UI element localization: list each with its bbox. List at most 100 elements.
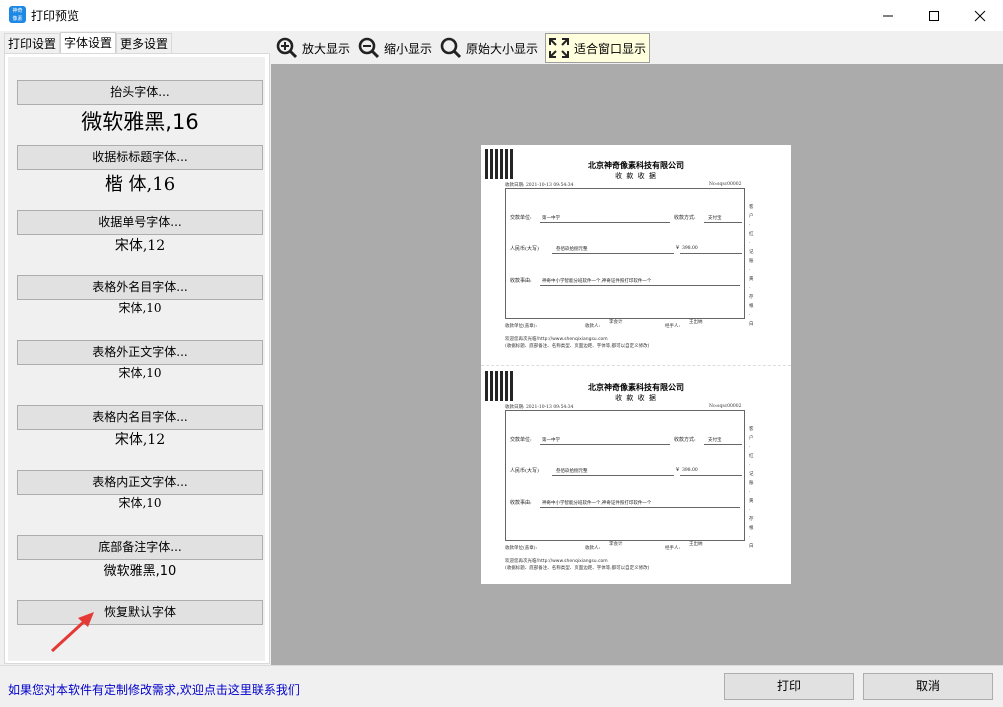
reason-line bbox=[540, 285, 740, 286]
fit-window-button[interactable]: 适合窗口显示 bbox=[545, 33, 651, 63]
tab-print-settings[interactable]: 打印设置 bbox=[4, 33, 61, 54]
payee-label: 收款人: bbox=[585, 324, 601, 329]
reason-label: 收款事由: bbox=[510, 500, 532, 506]
outer-label-font-button[interactable]: 表格外名目字体... bbox=[17, 275, 263, 300]
amount-line bbox=[552, 253, 674, 254]
title-bar: 神奇 像素 打印预览 bbox=[0, 0, 1003, 31]
app-logo-icon: 神奇 像素 bbox=[9, 6, 26, 23]
original-size-button[interactable]: 原始大小显示 bbox=[440, 33, 541, 63]
payer-value: 第一中学 bbox=[542, 216, 560, 221]
preview-page: 北京神奇像素科技有限公司 收 款 收 据 收款日期: 2021-10-13 09… bbox=[481, 145, 791, 584]
inner-label-font-button[interactable]: 表格内名目字体... bbox=[17, 405, 263, 430]
maximize-icon bbox=[929, 10, 939, 21]
magnifier-icon bbox=[440, 37, 462, 59]
font-settings-panel: 抬头字体... 微软雅黑,16 收据标标题字体... 楷 体,16 收据单号字体… bbox=[4, 53, 270, 664]
minimize-button[interactable] bbox=[865, 0, 911, 31]
footer-note-font-value: 微软雅黑,10 bbox=[103, 564, 177, 579]
inner-text-font-value: 宋体,10 bbox=[118, 496, 162, 510]
payer-value: 第一中学 bbox=[542, 438, 560, 443]
zoom-in-button[interactable]: 放大显示 bbox=[276, 33, 353, 63]
receipt-copy: 北京神奇像素科技有限公司 收 款 收 据 收款日期: 2021-10-13 09… bbox=[481, 367, 791, 582]
reason-value: 神奇中小学智能分班软件一个,神奇证件照打印软件一个 bbox=[542, 501, 652, 506]
close-icon bbox=[974, 10, 986, 21]
receipt-number-font-value: 宋体,12 bbox=[114, 238, 166, 254]
minimize-icon bbox=[883, 15, 893, 16]
amount-line bbox=[552, 475, 674, 476]
header-font-button[interactable]: 抬头字体... bbox=[17, 80, 263, 105]
amount-symbol: ¥ bbox=[676, 467, 680, 473]
receipt-note-2: (收据标题、底部备注、名称类型、页面边距、字体等,都可以自定义修改) bbox=[505, 344, 650, 349]
footer-note-font-button[interactable]: 底部备注字体... bbox=[17, 535, 263, 560]
reason-value: 神奇中小学智能分班软件一个,神奇证件照打印软件一个 bbox=[542, 279, 652, 284]
footer-bar: 如果您对本软件有定制修改需求,欢迎点击这里联系我们 打印 取消 bbox=[0, 665, 1003, 707]
inner-text-font-button[interactable]: 表格内正文字体... bbox=[17, 470, 263, 495]
maximize-button[interactable] bbox=[911, 0, 957, 31]
receipt-side-text: 客户 · 红 · 记账 · 黄 · 存根 · 白 bbox=[749, 427, 754, 549]
amount-label: 人民币(大写) bbox=[510, 468, 539, 474]
method-label: 收款方式: bbox=[674, 215, 696, 221]
unit-sign-label: 收款单位(盖章): bbox=[505, 546, 538, 551]
settings-tabs: 打印设置 字体设置 更多设置 bbox=[4, 32, 173, 54]
receipt-number-font-button[interactable]: 收据单号字体... bbox=[17, 210, 263, 235]
amount-label: 人民币(大写) bbox=[510, 246, 539, 252]
original-size-label: 原始大小显示 bbox=[466, 41, 539, 56]
fit-window-label: 适合窗口显示 bbox=[574, 41, 647, 56]
tab-more-settings[interactable]: 更多设置 bbox=[116, 33, 173, 54]
method-value: 支付宝 bbox=[708, 438, 722, 443]
method-value: 支付宝 bbox=[708, 216, 722, 221]
print-preview-window: 神奇 像素 打印预览 打印设置 字体设置 更多设置 抬头字体... 微软雅黑,16… bbox=[0, 0, 1003, 707]
receipt-number: No:sqsc00002 bbox=[709, 182, 742, 187]
window-title: 打印预览 bbox=[31, 9, 80, 23]
tab-font-settings[interactable]: 字体设置 bbox=[60, 32, 117, 54]
fit-window-icon bbox=[549, 38, 570, 58]
zoom-out-button[interactable]: 缩小显示 bbox=[358, 33, 435, 63]
receipt-note-1: 欢迎您再次光临!http://www.shenqixiangsu.com bbox=[505, 559, 608, 564]
method-line bbox=[704, 222, 742, 223]
print-button[interactable]: 打印 bbox=[724, 673, 854, 700]
handler-label: 经手人: bbox=[665, 546, 681, 551]
reason-label: 收款事由: bbox=[510, 278, 532, 284]
payer-label: 交款单位: bbox=[510, 215, 532, 221]
receipt-table: 交款单位: 第一中学 收款方式: 支付宝 人民币(大写) 叁佰玖拾捌元整 ¥ 3… bbox=[505, 410, 745, 541]
outer-text-font-button[interactable]: 表格外正文字体... bbox=[17, 340, 263, 365]
zoom-out-label: 缩小显示 bbox=[384, 41, 433, 56]
header-font-value: 微软雅黑,16 bbox=[81, 110, 199, 134]
outer-text-font-value: 宋体,10 bbox=[118, 366, 162, 380]
receipt-title: 收 款 收 据 bbox=[615, 394, 657, 402]
inner-label-font-value: 宋体,12 bbox=[114, 432, 166, 448]
amount-number-line bbox=[680, 253, 742, 254]
receipt-title-font-value: 楷 体,16 bbox=[104, 174, 176, 195]
amount-number: 398.00 bbox=[682, 468, 698, 473]
accountant-name: 李会计 bbox=[609, 542, 623, 547]
close-button[interactable] bbox=[957, 0, 1003, 31]
receipt-table: 交款单位: 第一中学 收款方式: 支付宝 人民币(大写) 叁佰玖拾捌元整 ¥ 3… bbox=[505, 188, 745, 319]
amount-number: 398.00 bbox=[682, 246, 698, 251]
zoom-in-icon bbox=[276, 37, 298, 59]
unit-sign-label: 收款单位(盖章): bbox=[505, 324, 538, 329]
method-line bbox=[704, 444, 742, 445]
cancel-button[interactable]: 取消 bbox=[863, 673, 993, 700]
payer-label: 交款单位: bbox=[510, 437, 532, 443]
amount-value: 叁佰玖拾捌元整 bbox=[556, 469, 588, 474]
amount-symbol: ¥ bbox=[676, 245, 680, 251]
amount-number-line bbox=[680, 475, 742, 476]
amount-value: 叁佰玖拾捌元整 bbox=[556, 247, 588, 252]
receipt-number: No:sqsc00002 bbox=[709, 404, 742, 409]
receipt-copy: 北京神奇像素科技有限公司 收 款 收 据 收款日期: 2021-10-13 09… bbox=[481, 145, 791, 360]
method-label: 收款方式: bbox=[674, 437, 696, 443]
outer-label-font-value: 宋体,10 bbox=[118, 301, 162, 315]
receipt-title-font-button[interactable]: 收据标标题字体... bbox=[17, 145, 263, 170]
payer-line bbox=[540, 444, 670, 445]
pointer-arrow-icon bbox=[50, 612, 94, 653]
cut-line bbox=[481, 365, 791, 366]
payee-label: 收款人: bbox=[585, 546, 601, 551]
preview-area[interactable]: 北京神奇像素科技有限公司 收 款 收 据 收款日期: 2021-10-13 09… bbox=[271, 64, 1003, 665]
cashier-name: 王出纳 bbox=[689, 542, 703, 547]
reason-line bbox=[540, 507, 740, 508]
zoom-in-label: 放大显示 bbox=[302, 41, 351, 56]
contact-link[interactable]: 如果您对本软件有定制修改需求,欢迎点击这里联系我们 bbox=[8, 681, 300, 698]
payer-line bbox=[540, 222, 670, 223]
receipt-title: 收 款 收 据 bbox=[615, 172, 657, 180]
receipt-company: 北京神奇像素科技有限公司 bbox=[588, 382, 684, 392]
receipt-company: 北京神奇像素科技有限公司 bbox=[588, 160, 684, 170]
